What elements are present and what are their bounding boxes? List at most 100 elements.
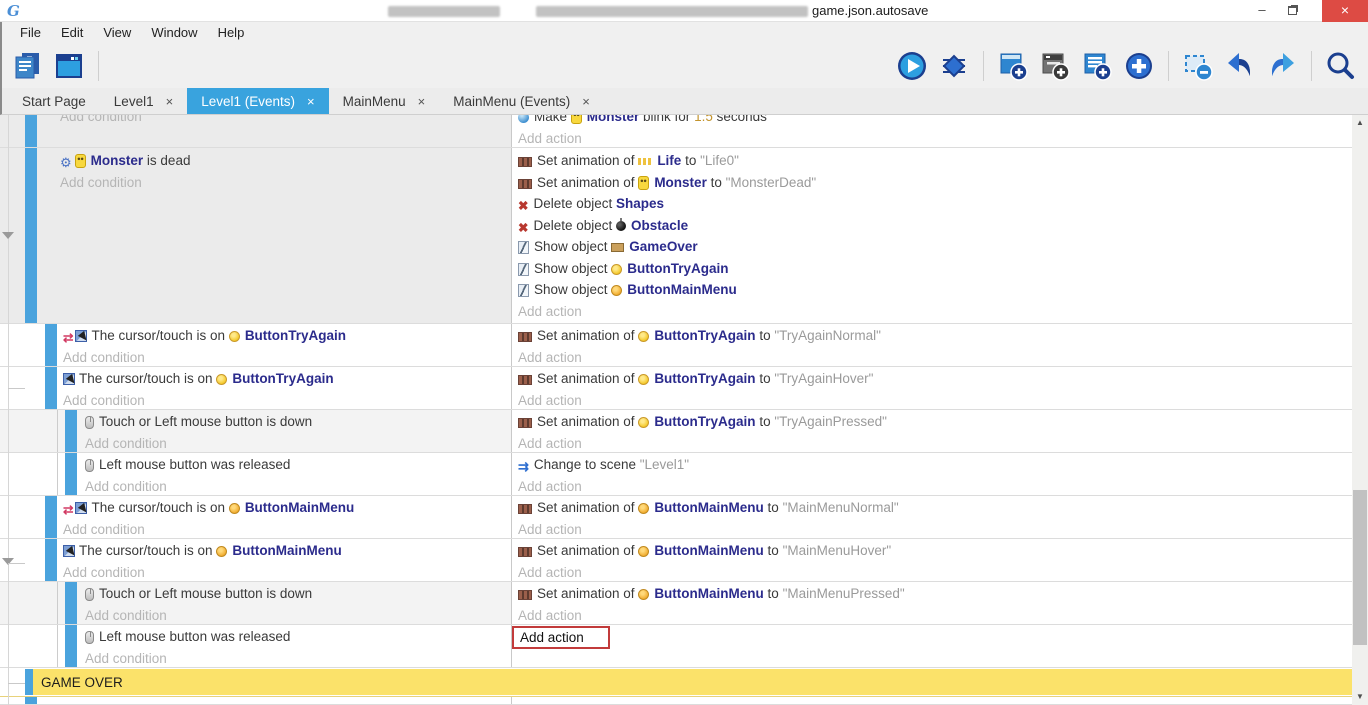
condition-line[interactable]: ⚙Monster is dead	[60, 150, 511, 172]
action-line[interactable]: Set animation of ButtonMainMenu to "Main…	[518, 540, 1352, 562]
actions-cell[interactable]: Set animation of ButtonTryAgain to "TryA…	[512, 367, 1352, 409]
actions-cell[interactable]: Set animation of ButtonMainMenu to "Main…	[512, 539, 1352, 581]
add-condition-button[interactable]: Add condition	[63, 522, 145, 537]
add-action-button[interactable]: Add action	[518, 350, 582, 365]
debugger-icon[interactable]	[937, 49, 971, 83]
add-condition-button[interactable]: Add condition	[63, 565, 145, 580]
condition-line[interactable]: ⇄The cursor/touch is on ButtonMainMenu	[63, 497, 511, 519]
add-action-button[interactable]: Add action	[518, 393, 582, 408]
condition-line[interactable]: Left mouse button was released	[85, 626, 511, 648]
action-line[interactable]: Set animation of ButtonTryAgain to "TryA…	[518, 411, 1352, 433]
add-condition-button[interactable]: Add condition	[85, 608, 167, 623]
condition-line[interactable]: Touch or Left mouse button is down	[85, 411, 511, 433]
conditions-cell[interactable]: The cursor/touch is on ButtonMainMenu Add…	[0, 539, 512, 581]
add-action-button[interactable]: Add action	[518, 131, 582, 146]
vertical-scrollbar[interactable]: ▲ ▼	[1352, 115, 1368, 705]
action-line[interactable]: Set animation of Monster to "MonsterDead…	[518, 172, 1352, 194]
action-line[interactable]: Show object GameOver	[518, 236, 1352, 258]
condition-line[interactable]: ⇄The cursor/touch is on ButtonTryAgain	[63, 325, 511, 347]
event-row[interactable]: Left mouse button was released Add condit…	[0, 453, 1352, 496]
menu-item-edit[interactable]: Edit	[51, 22, 93, 44]
conditions-cell[interactable]: Touch or Left mouse button is downAdd co…	[0, 410, 512, 452]
tab-mainmenu[interactable]: MainMenu×	[329, 88, 440, 114]
actions-cell[interactable]: Set animation of ButtonMainMenu to "Main…	[512, 496, 1352, 538]
add-event-icon[interactable]	[996, 49, 1030, 83]
redo-icon[interactable]	[1265, 49, 1299, 83]
tab-close-icon[interactable]: ×	[582, 94, 590, 109]
event-row[interactable]: Add condition Make Monster blink for 1.5 …	[0, 115, 1352, 148]
actions-cell[interactable]: ⇉Change to scene "Level1"Add action	[512, 453, 1352, 495]
actions-cell[interactable]: Set animation of ButtonMainMenu to "Main…	[512, 582, 1352, 624]
conditions-cell[interactable]: ⇄The cursor/touch is on ButtonTryAgain Ad…	[0, 324, 512, 366]
conditions-cell[interactable]: ⚙Monster is dead Add condition	[0, 148, 512, 323]
add-action-button[interactable]: Add action	[518, 436, 582, 451]
action-line[interactable]: Set animation of Life to "Life0"	[518, 150, 1352, 172]
event-row[interactable]: Touch or Left mouse button is downAdd co…	[0, 410, 1352, 453]
event-row[interactable]: Touch or Left mouse button is downAdd co…	[0, 582, 1352, 625]
tab-close-icon[interactable]: ×	[166, 94, 174, 109]
conditions-cell[interactable]: Touch or Left mouse button is downAdd co…	[0, 582, 512, 624]
actions-cell[interactable]: Make Monster blink for 1.5 seconds Add ac…	[512, 115, 1352, 147]
add-condition-button[interactable]: Add condition	[85, 651, 167, 666]
event-row[interactable]: Left mouse button was released Add condit…	[0, 625, 1352, 668]
comment-text[interactable]: GAME OVER	[33, 669, 1352, 695]
menu-item-view[interactable]: View	[93, 22, 141, 44]
menu-item-window[interactable]: Window	[141, 22, 207, 44]
conditions-cell[interactable]: Add condition	[0, 115, 512, 147]
tab-close-icon[interactable]: ×	[418, 94, 426, 109]
actions-cell[interactable]: Set animation of ButtonTryAgain to "TryA…	[512, 324, 1352, 366]
maximize-button[interactable]	[1278, 0, 1306, 22]
search-icon[interactable]	[1324, 49, 1358, 83]
scene-editor-icon[interactable]	[52, 49, 86, 83]
event-row[interactable]: The cursor/touch is on ButtonMainMenu Add…	[0, 539, 1352, 582]
action-line[interactable]: ✖Delete object Obstacle	[518, 215, 1352, 237]
tab-start-page[interactable]: Start Page	[8, 88, 100, 114]
add-subevent-icon[interactable]	[1038, 49, 1072, 83]
action-line[interactable]: Show object ButtonTryAgain	[518, 258, 1352, 280]
conditions-cell[interactable]: The cursor/touch is on ButtonTryAgainAdd…	[0, 367, 512, 409]
scrollbar-thumb[interactable]	[1353, 490, 1367, 645]
delete-selection-icon[interactable]	[1181, 49, 1215, 83]
add-action-button[interactable]: Add action	[518, 522, 582, 537]
tab-level1[interactable]: Level1×	[100, 88, 187, 114]
condition-line[interactable]: Left mouse button was released	[85, 454, 511, 476]
event-row[interactable]: ⇄The cursor/touch is on ButtonTryAgain Ad…	[0, 324, 1352, 367]
tab-level1-events-[interactable]: Level1 (Events)×	[187, 88, 328, 114]
tab-mainmenu-events-[interactable]: MainMenu (Events)×	[439, 88, 604, 114]
comment-row[interactable]: GAME OVER	[0, 668, 1352, 697]
close-button[interactable]: ×	[1322, 0, 1368, 22]
conditions-cell[interactable]: ⇄The cursor/touch is on ButtonMainMenu Ad…	[0, 496, 512, 538]
action-line[interactable]: Make Monster blink for 1.5 seconds	[518, 115, 1352, 128]
add-condition-button[interactable]: Add condition	[85, 479, 167, 494]
add-action-button-highlighted[interactable]: Add action	[512, 626, 610, 649]
undo-icon[interactable]	[1223, 49, 1257, 83]
preview-play-icon[interactable]	[895, 49, 929, 83]
actions-cell[interactable]: Set animation of Life to "Life0"Set anim…	[512, 148, 1352, 323]
action-line[interactable]: ✖Delete object Shapes	[518, 193, 1352, 215]
conditions-cell[interactable]: Left mouse button was released Add condit…	[0, 453, 512, 495]
add-comment-icon[interactable]	[1080, 49, 1114, 83]
minimize-button[interactable]: –	[1248, 0, 1276, 22]
action-line[interactable]: Set animation of ButtonTryAgain to "TryA…	[518, 368, 1352, 390]
open-project-manager-icon[interactable]	[10, 49, 44, 83]
conditions-cell[interactable]: Left mouse button was released Add condit…	[0, 625, 512, 667]
event-row[interactable]: ⇄The cursor/touch is on ButtonMainMenu Ad…	[0, 496, 1352, 539]
condition-line[interactable]: The cursor/touch is on ButtonMainMenu	[63, 540, 511, 562]
action-line[interactable]: Set animation of ButtonMainMenu to "Main…	[518, 497, 1352, 519]
action-line[interactable]: Set animation of ButtonMainMenu to "Main…	[518, 583, 1352, 605]
action-line[interactable]: Set animation of ButtonTryAgain to "TryA…	[518, 325, 1352, 347]
event-row[interactable]: The cursor/touch is on ButtonTryAgain Add…	[0, 367, 1352, 410]
condition-line[interactable]: The cursor/touch is on ButtonTryAgain	[63, 368, 511, 390]
action-line[interactable]: Show object ButtonMainMenu	[518, 279, 1352, 301]
add-condition-button[interactable]: Add condition	[60, 115, 142, 124]
actions-cell[interactable]: Add action	[512, 625, 1352, 667]
actions-cell[interactable]: Set animation of ButtonTryAgain to "TryA…	[512, 410, 1352, 452]
add-action-button[interactable]: Add action	[518, 304, 582, 319]
action-line[interactable]: ⇉Change to scene "Level1"	[518, 454, 1352, 476]
add-condition-button[interactable]: Add condition	[60, 175, 142, 190]
add-condition-button[interactable]: Add condition	[63, 350, 145, 365]
tab-close-icon[interactable]: ×	[307, 94, 315, 109]
add-other-event-icon[interactable]	[1122, 49, 1156, 83]
menu-item-help[interactable]: Help	[208, 22, 255, 44]
add-action-button[interactable]: Add action	[518, 565, 582, 580]
